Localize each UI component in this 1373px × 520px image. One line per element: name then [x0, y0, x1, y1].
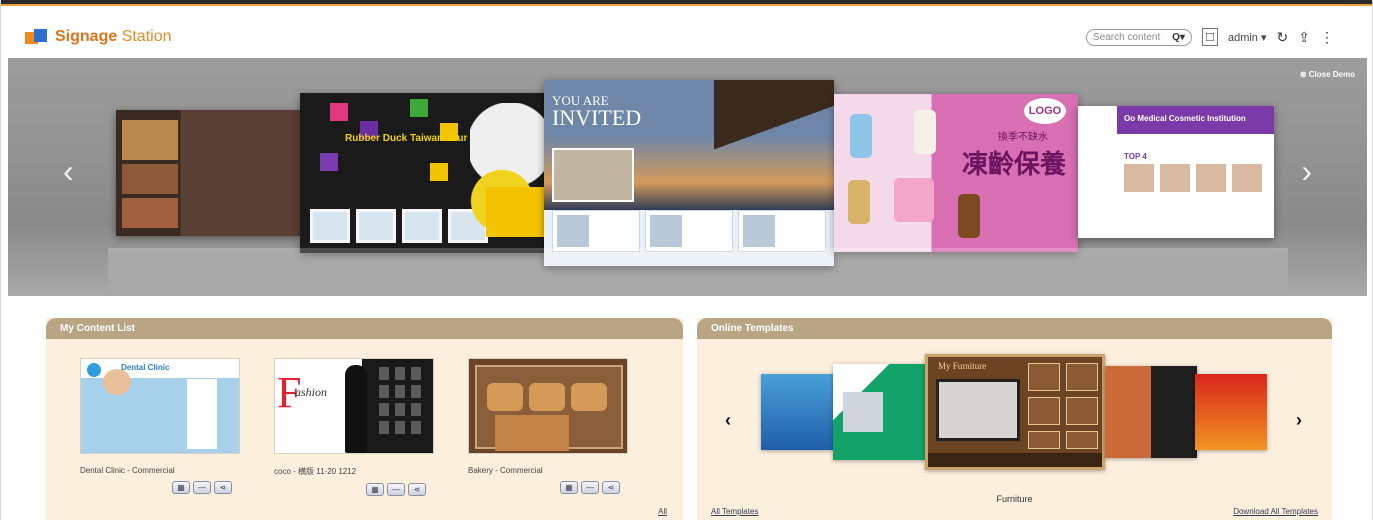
search-input[interactable]: Search content Q▾	[1085, 28, 1192, 46]
template-thumb-red[interactable]	[1195, 374, 1267, 450]
share-icon[interactable]: ⋖	[214, 481, 232, 494]
template-thumb-restaurant[interactable]	[1105, 366, 1197, 458]
all-templates-link[interactable]: All Templates	[711, 507, 758, 516]
schedule-icon[interactable]: ▦	[172, 481, 190, 494]
content-thumbnail[interactable]: F ashion	[274, 358, 434, 454]
online-templates-panel: Online Templates ‹ › My Furniture Furnit…	[697, 318, 1332, 520]
carousel-next-arrow[interactable]: ›	[1301, 153, 1312, 190]
cosmetics-logo: LOGO	[1024, 98, 1066, 124]
search-icon[interactable]: Q▾	[1172, 32, 1185, 43]
chevron-down-icon: ▾	[1261, 31, 1267, 44]
content-item-dental[interactable]: Dental Clinic Dental Clinic - Commercial…	[80, 358, 240, 494]
medical-top4: TOP 4	[1124, 152, 1147, 161]
user-frame-icon[interactable]: ☐	[1201, 28, 1218, 46]
minus-icon[interactable]: —	[193, 481, 211, 494]
demo-slide-hotel[interactable]	[116, 110, 300, 236]
app-header: Signage Station Search content Q▾ ☐ admi…	[1, 16, 1372, 58]
all-content-link[interactable]: All	[658, 507, 667, 516]
close-demo-button[interactable]: ⊗ Close Demo	[1300, 70, 1355, 79]
demo-slide-invitation[interactable]: YOU ARE INVITED	[544, 80, 834, 266]
content-item-label: coco - 横版 11-20 1212	[274, 467, 357, 476]
app-title-part2: Station	[121, 28, 172, 45]
furniture-template-title: My Furniture	[938, 361, 987, 371]
share-icon[interactable]: ⋖	[602, 481, 620, 494]
templates-next-arrow[interactable]: ›	[1296, 410, 1302, 431]
template-demo-carousel: ⊗ Close Demo ‹ › Rubber Duck Taiwan Tour	[8, 58, 1367, 296]
download-all-templates-link[interactable]: Download All Templates	[1233, 507, 1318, 516]
current-template-label: Furniture	[996, 494, 1033, 504]
refresh-icon[interactable]: ↻	[1277, 29, 1289, 46]
search-placeholder: Search content	[1092, 31, 1161, 43]
upload-icon[interactable]: ⇪	[1298, 29, 1310, 46]
cosmetics-headline: 凍齡保養	[961, 149, 1066, 179]
more-vertical-icon[interactable]: ⋮	[1320, 29, 1334, 46]
demo-slide-duck-tour[interactable]: Rubber Duck Taiwan Tour	[300, 93, 550, 253]
user-menu[interactable]: admin ▾	[1228, 31, 1267, 44]
content-item-actions: ▦ — ⋖	[560, 481, 628, 494]
my-content-list-title: My Content List	[46, 318, 683, 339]
tooth-icon	[87, 363, 101, 377]
medical-title: Oo Medical Cosmetic Institution	[1124, 114, 1246, 123]
invited-heading: YOU ARE INVITED	[552, 93, 642, 130]
content-item-actions: ▦ — ⋖	[366, 483, 434, 496]
cosmetics-subtitle: 換季不缺水	[998, 132, 1048, 143]
content-item-fashion[interactable]: F ashion coco - 横版 11-20 1212 ▦ — ⋖	[274, 358, 434, 496]
online-templates-title: Online Templates	[697, 318, 1332, 339]
user-name: admin	[1227, 31, 1258, 44]
content-item-label: Dental Clinic - Commercial	[80, 466, 175, 475]
close-demo-label: Close Demo	[1308, 70, 1355, 79]
share-icon[interactable]: ⋖	[408, 483, 426, 496]
schedule-icon[interactable]: ▦	[560, 481, 578, 494]
content-item-actions: ▦ — ⋖	[172, 481, 240, 494]
carousel-reflection	[108, 248, 1288, 296]
app-title: Signage Station	[55, 28, 172, 46]
content-item-bakery[interactable]: Bakery - Commercial ▦ — ⋖	[468, 358, 628, 494]
app-title-part1: Signage	[55, 28, 118, 45]
content-item-label: Bakery - Commercial	[468, 466, 543, 475]
duck-tour-title: Rubber Duck Taiwan Tour	[345, 133, 468, 144]
template-thumb-furniture[interactable]: My Furniture	[925, 354, 1105, 470]
demo-slide-medical[interactable]: Oo Medical Cosmetic Institution TOP 4	[1078, 106, 1274, 238]
template-thumb-blue[interactable]	[761, 374, 835, 450]
top-accent-bar	[1, 0, 1372, 16]
carousel-prev-arrow[interactable]: ‹	[63, 153, 74, 190]
content-thumbnail[interactable]: Dental Clinic	[80, 358, 240, 454]
signage-station-window: Signage Station Search content Q▾ ☐ admi…	[0, 0, 1373, 520]
header-toolbar: Search content Q▾ ☐ admin ▾ ↻ ⇪ ⋮	[1085, 28, 1334, 46]
signage-logo-icon	[25, 29, 47, 45]
my-content-list-panel: My Content List Dental Clinic Dental Cli…	[46, 318, 683, 520]
minus-icon[interactable]: —	[581, 481, 599, 494]
minus-icon[interactable]: —	[387, 483, 405, 496]
template-thumb-green[interactable]	[833, 364, 925, 460]
content-thumbnail[interactable]	[468, 358, 628, 454]
templates-prev-arrow[interactable]: ‹	[725, 410, 731, 431]
close-icon: ⊗	[1299, 70, 1309, 79]
demo-slide-cosmetics[interactable]: LOGO 換季不缺水 凍齡保養	[834, 94, 1078, 252]
app-logo[interactable]: Signage Station	[25, 28, 172, 46]
schedule-icon[interactable]: ▦	[366, 483, 384, 496]
